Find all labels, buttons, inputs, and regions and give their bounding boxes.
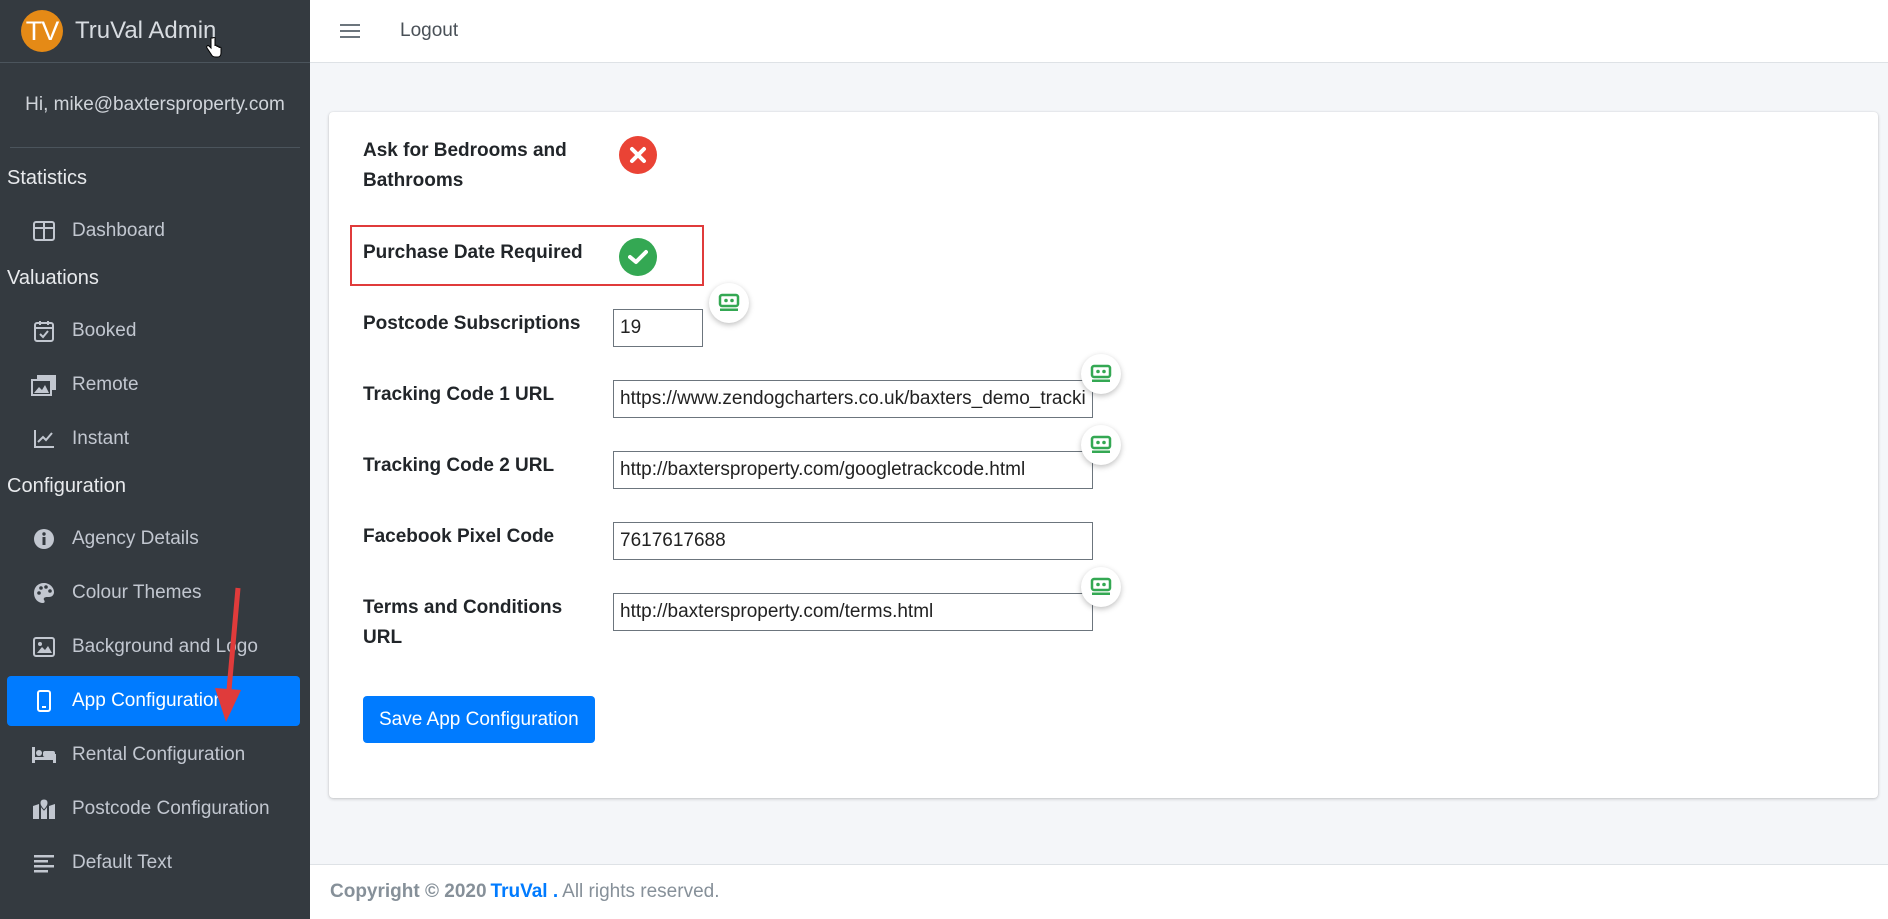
nav-header-configuration: Configuration (7, 474, 126, 497)
sidebar-item-label: Background and Logo (72, 636, 258, 657)
footer: Copyright © 2020 TruVal . All rights res… (310, 864, 1888, 919)
sidebar-item-instant[interactable]: Instant (7, 414, 300, 464)
calendar-check-icon (31, 318, 57, 344)
sidebar-item-label: Rental Configuration (72, 744, 246, 765)
sidebar-item-remote[interactable]: Remote (7, 360, 300, 410)
align-left-icon (31, 850, 57, 876)
sidebar-item-label: Default Text (72, 852, 172, 873)
brand-logo[interactable]: TV (21, 10, 63, 52)
tracking-code-1-input[interactable]: https://www.zendogcharters.co.uk/baxters… (613, 380, 1093, 418)
nav-header-statistics: Statistics (7, 166, 88, 189)
chart-line-icon (31, 426, 57, 452)
sidebar: TV TruVal Admin Hi, mike@baxtersproperty… (0, 0, 310, 919)
mobile-icon (31, 688, 57, 714)
sidebar-item-colour-themes[interactable]: Colour Themes (7, 568, 300, 618)
sidebar-item-label: Colour Themes (72, 582, 202, 603)
footer-rights: All rights reserved. (562, 881, 720, 902)
terms-url-input[interactable]: http://baxtersproperty.com/terms.html (613, 593, 1093, 631)
info-circle-icon (31, 526, 57, 552)
tracking-code-1-label: Tracking Code 1 URL (363, 384, 555, 405)
sidebar-item-background-and-logo[interactable]: Background and Logo (7, 622, 300, 672)
sidebar-item-default-text[interactable]: Default Text (7, 838, 300, 888)
facebook-pixel-input[interactable]: 7617617688 (613, 522, 1093, 560)
sidebar-item-dashboard[interactable]: Dashboard (7, 206, 300, 256)
brand-name[interactable]: TruVal Admin (75, 17, 216, 45)
logout-link[interactable]: Logout (400, 20, 458, 42)
images-icon (31, 372, 57, 398)
sidebar-item-agency-details[interactable]: Agency Details (7, 514, 300, 564)
hamburger-menu-icon[interactable] (340, 24, 360, 38)
password-manager-icon[interactable] (1081, 425, 1121, 465)
tracking-code-2-label: Tracking Code 2 URL (363, 455, 555, 476)
sidebar-item-label: Agency Details (72, 528, 199, 549)
sidebar-item-postcode-configuration[interactable]: Postcode Configuration (7, 784, 300, 834)
sidebar-item-label: Remote (72, 374, 139, 395)
nav-header-valuations: Valuations (7, 266, 99, 289)
postcode-subscriptions-input[interactable]: 19 (613, 309, 703, 347)
purchase-date-label: Purchase Date Required (363, 242, 583, 263)
brand[interactable]: TV TruVal Admin (0, 0, 310, 63)
sidebar-item-label: Dashboard (72, 220, 165, 241)
postcode-subscriptions-label: Postcode Subscriptions (363, 313, 581, 334)
user-greeting[interactable]: Hi, mike@baxtersproperty.com (10, 63, 300, 148)
sidebar-item-label: App Configuration (72, 690, 225, 711)
sidebar-item-rental-configuration[interactable]: Rental Configuration (7, 730, 300, 780)
footer-brand-link[interactable]: TruVal . (491, 881, 559, 903)
sidebar-item-label: Booked (72, 320, 137, 341)
sidebar-item-app-configuration[interactable]: App Configuration (7, 676, 300, 726)
password-manager-icon[interactable] (1081, 354, 1121, 394)
app-configuration-card: Ask for Bedrooms and Bathrooms Purchase … (329, 112, 1878, 798)
terms-url-label: Terms and Conditions URL (363, 597, 563, 648)
enabled-check-icon[interactable] (619, 238, 657, 276)
password-manager-icon[interactable] (1081, 567, 1121, 607)
save-app-configuration-button[interactable]: Save App Configuration (363, 696, 595, 743)
bedrooms-label: Ask for Bedrooms and Bathrooms (363, 140, 567, 191)
sidebar-item-booked[interactable]: Booked (7, 306, 300, 356)
disabled-x-icon[interactable] (619, 136, 657, 174)
facebook-pixel-label: Facebook Pixel Code (363, 526, 555, 547)
image-icon (31, 634, 57, 660)
palette-icon (31, 580, 57, 606)
sidebar-item-label: Postcode Configuration (72, 798, 270, 819)
footer-copyright: Copyright © 2020 (330, 881, 487, 902)
sidebar-item-label: Instant (72, 428, 130, 449)
hand-cursor-icon (206, 37, 222, 58)
bed-icon (31, 742, 57, 768)
password-manager-icon[interactable] (709, 283, 749, 323)
tracking-code-2-input[interactable]: http://baxtersproperty.com/googletrackco… (613, 451, 1093, 489)
dashboard-icon (31, 218, 57, 244)
map-marked-icon (31, 796, 57, 822)
top-navbar: Logout (310, 0, 1888, 63)
